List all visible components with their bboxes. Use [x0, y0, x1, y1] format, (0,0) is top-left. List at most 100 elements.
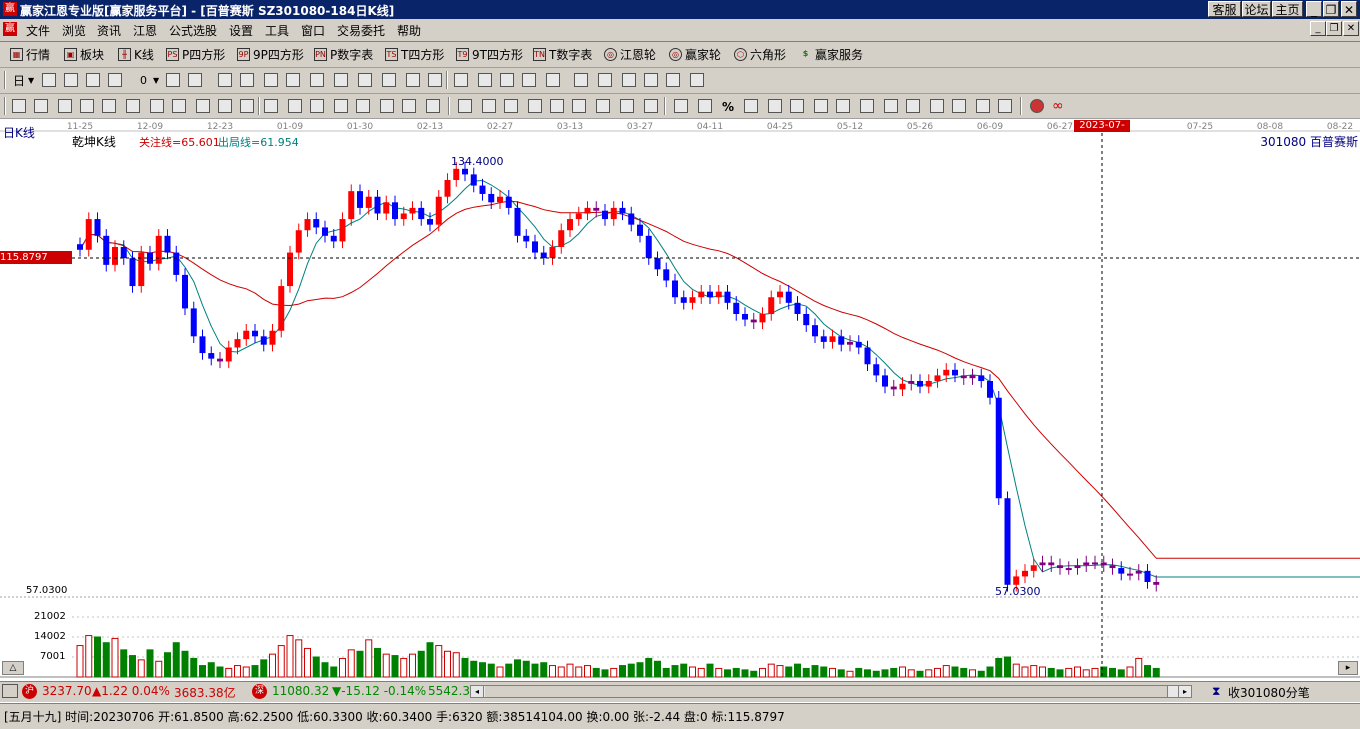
- zoom-icon[interactable]: [42, 73, 56, 87]
- ratio-icon[interactable]: [698, 99, 712, 113]
- scroll-right-icon[interactable]: ▸: [1338, 661, 1358, 675]
- trend-lines-icon[interactable]: [930, 99, 944, 113]
- gann-angle-icon[interactable]: [126, 99, 140, 113]
- coin-icon[interactable]: [768, 99, 782, 113]
- first-page-icon[interactable]: [218, 73, 232, 87]
- flag-icon[interactable]: [188, 73, 202, 87]
- horizontal-scrollbar[interactable]: ◂ ▸: [470, 685, 1192, 698]
- angle-tool-icon[interactable]: [240, 99, 254, 113]
- stairs2-icon[interactable]: [906, 99, 920, 113]
- gann-fan-icon[interactable]: [58, 99, 72, 113]
- percent-icon[interactable]: %: [722, 98, 734, 115]
- grid-tool-icon[interactable]: [596, 99, 610, 113]
- toolbar-hexagon-button[interactable]: ⬡ 六角形: [734, 46, 786, 63]
- expand-icon[interactable]: [406, 73, 420, 87]
- last-page-icon[interactable]: [240, 73, 254, 87]
- time-zone-icon[interactable]: [426, 99, 440, 113]
- toolbar-gann-wheel-button[interactable]: ◎ 江恩轮: [604, 46, 656, 63]
- next-icon[interactable]: [286, 73, 300, 87]
- parallel-icon[interactable]: [644, 99, 658, 113]
- gann-fan2-icon[interactable]: [80, 99, 94, 113]
- vertical-line-icon[interactable]: [458, 99, 472, 113]
- yinyang-icon[interactable]: [1030, 99, 1044, 113]
- speed-lines-icon[interactable]: [482, 99, 496, 113]
- pencil-icon[interactable]: [12, 99, 26, 113]
- support-icon[interactable]: [836, 99, 850, 113]
- save-icon[interactable]: [644, 73, 658, 87]
- forum-button[interactable]: 论坛: [1242, 1, 1271, 17]
- calculator-icon[interactable]: [598, 73, 612, 87]
- matrix-icon[interactable]: [620, 99, 634, 113]
- keyboard-icon[interactable]: [2, 684, 18, 698]
- menu-news[interactable]: 资讯: [97, 22, 121, 39]
- circle-tool-icon[interactable]: [172, 99, 186, 113]
- coin2-icon[interactable]: [790, 99, 804, 113]
- toolbar-t-square-button[interactable]: TS T四方形: [385, 46, 444, 63]
- toolbar-t-table-button[interactable]: TN T数字表: [533, 46, 592, 63]
- list-lines-icon[interactable]: [998, 99, 1012, 113]
- collapse-icon[interactable]: [428, 73, 442, 87]
- gann-grid-icon[interactable]: [34, 99, 48, 113]
- fibonacci-icon[interactable]: [356, 99, 370, 113]
- scroll-right-icon[interactable]: ▸: [1178, 686, 1191, 697]
- tick-data-label[interactable]: 收301080分笔: [1228, 684, 1310, 701]
- toolbar-kline-button[interactable]: ╫ K线: [118, 46, 154, 63]
- rectangle-tool-icon[interactable]: [504, 99, 518, 113]
- formula-icon[interactable]: [546, 73, 560, 87]
- toolbar-winner-wheel-button[interactable]: ◎ 赢家轮: [669, 46, 721, 63]
- list-icon[interactable]: [108, 73, 122, 87]
- filter-icon[interactable]: [86, 73, 100, 87]
- mdi-close-icon[interactable]: ✕: [1343, 21, 1359, 36]
- mdi-minimize-icon[interactable]: _: [1310, 21, 1326, 36]
- toolbar-sectors-button[interactable]: ▣ 板块: [64, 46, 104, 63]
- menu-file[interactable]: 文件: [26, 22, 50, 39]
- menu-formula-screening[interactable]: 公式选股: [169, 22, 217, 39]
- document-icon[interactable]: [64, 73, 78, 87]
- level-icon[interactable]: [814, 99, 828, 113]
- shift-left-icon[interactable]: [358, 73, 372, 87]
- fibonacci2-icon[interactable]: [380, 99, 394, 113]
- menu-trading[interactable]: 交易委托: [337, 22, 385, 39]
- mdi-restore-icon[interactable]: ❐: [1326, 21, 1342, 36]
- menu-help[interactable]: 帮助: [397, 22, 421, 39]
- homepage-button[interactable]: 主页: [1272, 1, 1303, 17]
- toolbar-p-table-button[interactable]: PN P数字表: [314, 46, 373, 63]
- kline-chart[interactable]: 11-25 12-09 12-23 01-09 01-30 02-13 02-27 03-13…: [0, 119, 1360, 679]
- scrollbar-thumb[interactable]: [485, 686, 1168, 697]
- infinity-icon[interactable]: ∞: [1052, 97, 1064, 114]
- cycle-lines-icon[interactable]: [196, 99, 210, 113]
- print-icon[interactable]: [666, 73, 680, 87]
- support-button[interactable]: 客服: [1208, 1, 1241, 17]
- kline-chart-svg[interactable]: 11-25 12-09 12-23 01-09 01-30 02-13 02-27 03-13…: [0, 119, 1360, 679]
- menu-window[interactable]: 窗口: [301, 22, 325, 39]
- toolbar-winner-service-button[interactable]: $ 赢家服务: [799, 46, 863, 63]
- time-cycle-icon[interactable]: [218, 99, 232, 113]
- menu-logo-icon[interactable]: 赢: [3, 22, 17, 36]
- close-icon[interactable]: ✕: [1341, 1, 1357, 17]
- toolbar-9t-square-button[interactable]: T9 9T四方形: [456, 46, 523, 63]
- channel-icon[interactable]: [402, 99, 416, 113]
- hatch-icon[interactable]: [528, 99, 542, 113]
- spiral-icon[interactable]: [310, 99, 324, 113]
- resistance-icon[interactable]: [860, 99, 874, 113]
- menu-browse[interactable]: 浏览: [62, 22, 86, 39]
- gann-fan3-icon[interactable]: [102, 99, 116, 113]
- angle-line-icon[interactable]: [550, 99, 564, 113]
- toolbar-9p-square-button[interactable]: 9P 9P四方形: [237, 46, 304, 63]
- period-dropdown[interactable]: 日 ▼: [13, 72, 34, 89]
- toolbar-p-square-button[interactable]: PS P四方形: [166, 46, 225, 63]
- scroll-left-icon[interactable]: ◂: [471, 686, 484, 697]
- text-tool-icon[interactable]: [674, 99, 688, 113]
- bars-tool-icon[interactable]: [334, 99, 348, 113]
- scroll-up-icon[interactable]: △: [2, 661, 24, 675]
- settings-icon[interactable]: [166, 73, 180, 87]
- indicator-dropdown[interactable]: 0 ▼: [140, 72, 159, 89]
- zoom-in-icon[interactable]: [310, 73, 324, 87]
- crosshair-icon[interactable]: [478, 73, 492, 87]
- wave-icon[interactable]: [572, 99, 586, 113]
- target-icon[interactable]: [264, 99, 278, 113]
- menu-tools[interactable]: 工具: [265, 22, 289, 39]
- bar-percent-icon[interactable]: [744, 99, 758, 113]
- calendar-icon[interactable]: [574, 73, 588, 87]
- bars-up-icon[interactable]: [952, 99, 966, 113]
